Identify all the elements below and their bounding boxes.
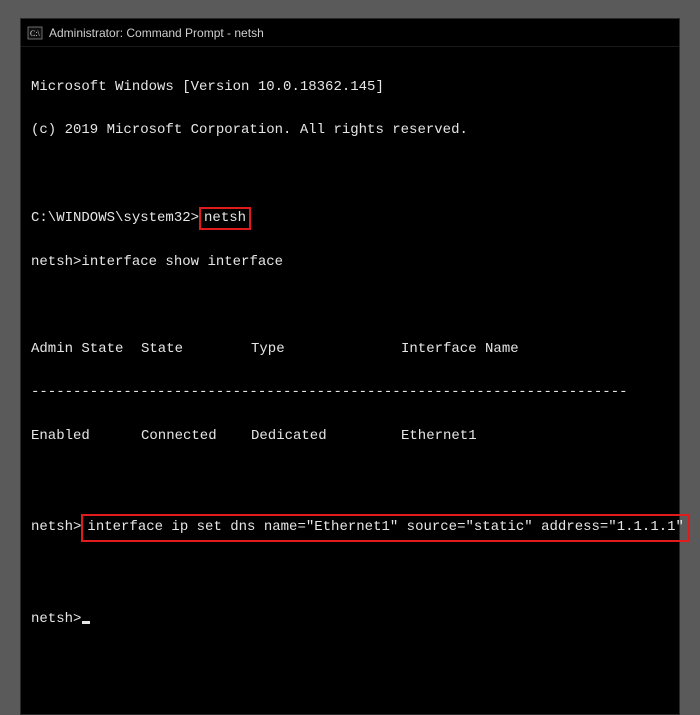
command-text: interface show interface xyxy=(81,254,283,270)
window-title: Administrator: Command Prompt - netsh xyxy=(49,26,264,40)
copyright-line: (c) 2019 Microsoft Corporation. All righ… xyxy=(31,120,669,142)
terminal-output[interactable]: Microsoft Windows [Version 10.0.18362.14… xyxy=(21,47,679,714)
cell-admin-state: Enabled xyxy=(31,426,141,448)
highlighted-command-setdns: interface ip set dns name="Ethernet1" so… xyxy=(81,514,690,542)
prompt-path: netsh> xyxy=(31,254,81,270)
col-state: State xyxy=(141,339,251,361)
table-row: EnabledConnectedDedicatedEthernet1 xyxy=(31,426,669,448)
blank-line xyxy=(31,295,669,317)
prompt-line-3: netsh>interface ip set dns name="Etherne… xyxy=(31,512,669,544)
col-admin-state: Admin State xyxy=(31,339,141,361)
cmd-icon: C:\ xyxy=(27,25,43,41)
version-line: Microsoft Windows [Version 10.0.18362.14… xyxy=(31,77,669,99)
col-type: Type xyxy=(251,339,401,361)
titlebar[interactable]: C:\ Administrator: Command Prompt - nets… xyxy=(21,19,679,47)
highlighted-command-netsh: netsh xyxy=(199,207,251,231)
blank-line xyxy=(31,163,669,185)
blank-line xyxy=(31,566,669,588)
command-prompt-window: C:\ Administrator: Command Prompt - nets… xyxy=(20,18,680,715)
cell-state: Connected xyxy=(141,426,251,448)
prompt-line-4: netsh> xyxy=(31,609,669,631)
svg-text:C:\: C:\ xyxy=(30,29,41,38)
cell-type: Dedicated xyxy=(251,426,401,448)
cursor-icon xyxy=(82,621,90,624)
prompt-line-1: C:\WINDOWS\system32>netsh xyxy=(31,207,669,231)
col-interface-name: Interface Name xyxy=(401,339,519,361)
table-header-row: Admin StateStateTypeInterface Name xyxy=(31,339,669,361)
cell-interface-name: Ethernet1 xyxy=(401,426,477,448)
prompt-line-2: netsh>interface show interface xyxy=(31,252,669,274)
prompt-path: netsh> xyxy=(31,519,81,535)
prompt-path: C:\WINDOWS\system32> xyxy=(31,210,199,226)
blank-line xyxy=(31,469,669,491)
table-divider: ----------------------------------------… xyxy=(31,382,669,404)
prompt-path: netsh> xyxy=(31,611,81,627)
